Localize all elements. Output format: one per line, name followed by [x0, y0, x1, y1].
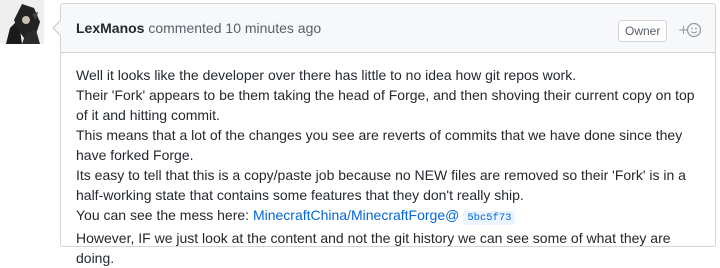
- comment-box: LexManos commented 10 minutes ago Owner …: [52, 3, 716, 266]
- avatar[interactable]: [0, 0, 44, 44]
- mess-prefix: You can see the mess here:: [76, 207, 250, 223]
- closing-paragraph: However, IF we just look at the content …: [76, 230, 671, 266]
- owner-badge: Owner: [618, 20, 668, 42]
- comment-timestamp[interactable]: 10 minutes ago: [225, 20, 321, 36]
- paragraph: Well it looks like the developer over th…: [76, 67, 577, 83]
- mess-line: You can see the mess here: MinecraftChin…: [76, 205, 706, 228]
- author-link[interactable]: LexManos: [76, 20, 144, 36]
- smiley-plus-icon: +: [678, 22, 702, 38]
- comment-header: LexManos commented 10 minutes ago Owner …: [61, 4, 715, 53]
- comment-action: commented: [148, 20, 222, 36]
- comment-body: Well it looks like the developer over th…: [76, 65, 706, 268]
- add-reaction-button[interactable]: +: [677, 19, 705, 41]
- commit-sha: 5bc5f73: [463, 211, 516, 225]
- paragraph: Their 'Fork' appears to be them taking t…: [76, 87, 695, 123]
- commit-repo: MinecraftChina/MinecraftForge@: [252, 207, 460, 223]
- paragraph: Its easy to tell that this is a copy/pas…: [76, 167, 686, 203]
- paragraph: This means that a lot of the changes you…: [76, 127, 683, 163]
- commit-link[interactable]: MinecraftChina/MinecraftForge@ 5bc5f73: [252, 207, 516, 225]
- avatar-image: [0, 0, 44, 44]
